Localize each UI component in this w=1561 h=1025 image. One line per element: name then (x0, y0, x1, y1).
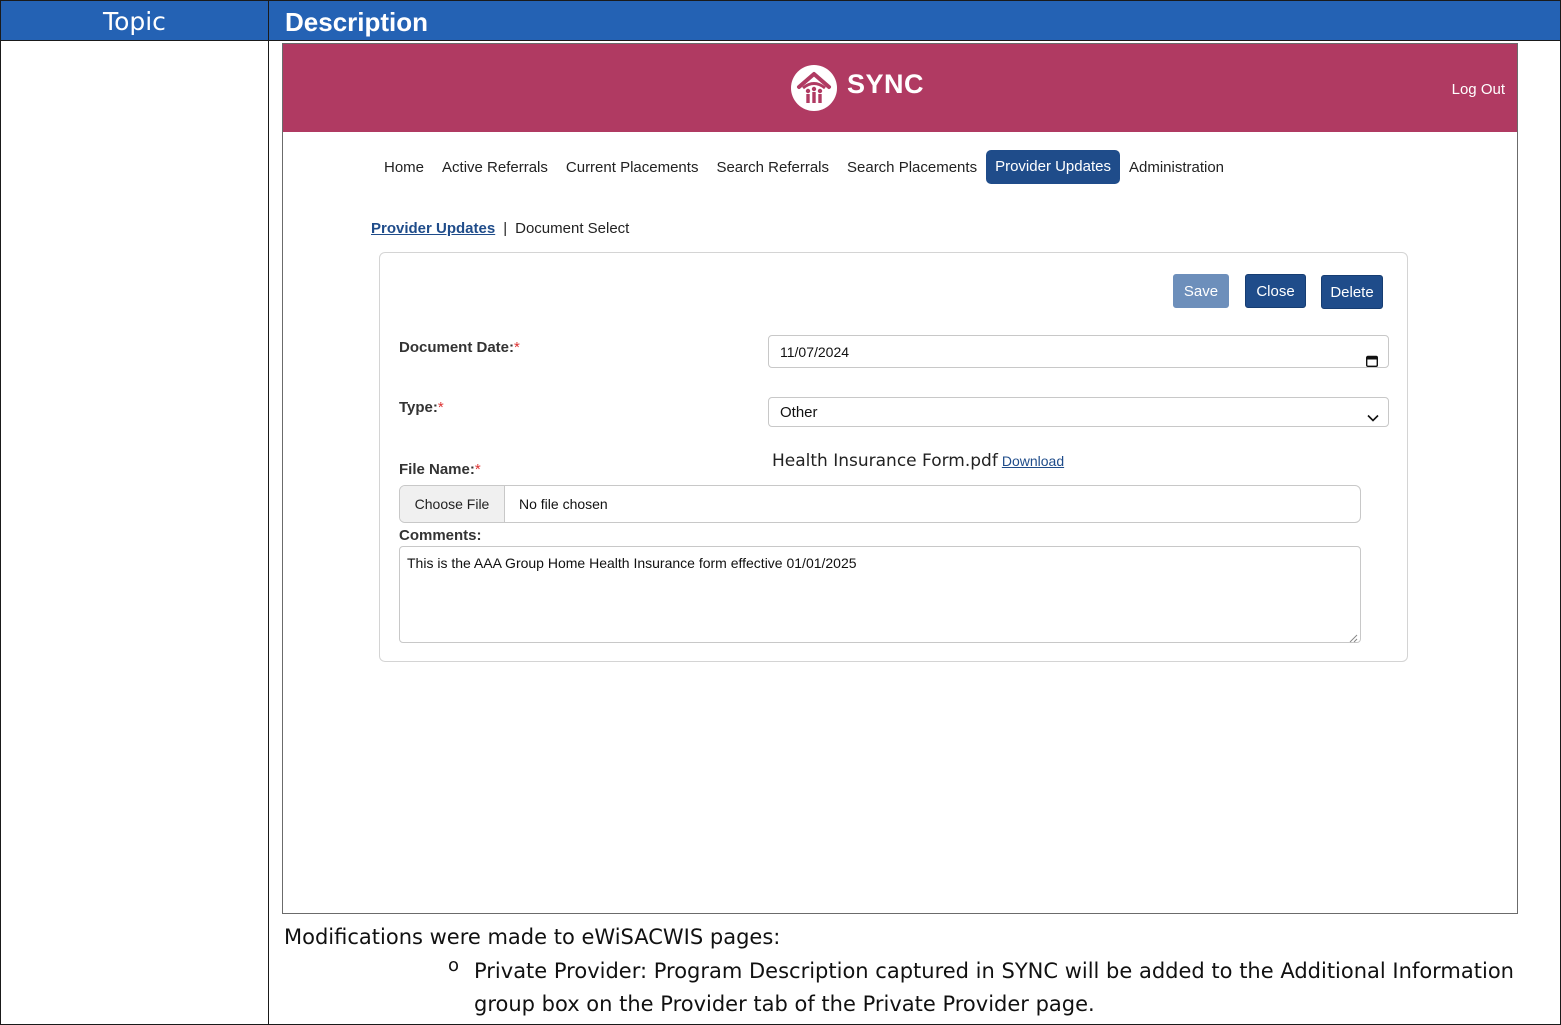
nav-item-current-placements[interactable]: Current Placements (557, 151, 708, 185)
topic-column-header: Topic (1, 1, 269, 40)
document-form-card: Save Close Delete Document Date:* 11/07/… (379, 252, 1408, 662)
resize-handle-icon[interactable] (1348, 630, 1358, 643)
download-link[interactable]: Download (1002, 453, 1064, 469)
required-marker: * (474, 461, 481, 478)
document-table-header: Topic Description (0, 0, 1561, 41)
current-file: Health Insurance Form.pdf Download (772, 451, 1064, 471)
breadcrumb-separator: | (503, 220, 508, 237)
description-column-header: Description (285, 7, 429, 37)
calendar-icon[interactable] (1365, 346, 1379, 368)
sync-logo-icon (791, 65, 837, 111)
bullet-marker: o (448, 955, 460, 976)
nav-item-active-referrals[interactable]: Active Referrals (433, 151, 557, 185)
breadcrumb: Provider Updates | Document Select (371, 220, 629, 237)
document-date-input[interactable]: 11/07/2024 (768, 335, 1389, 368)
breadcrumb-current: Document Select (515, 220, 630, 237)
nav-item-administration[interactable]: Administration (1120, 151, 1233, 185)
comments-value: This is the AAA Group Home Health Insura… (407, 555, 857, 571)
brand-name: SYNC (847, 68, 925, 99)
chevron-down-icon (1366, 406, 1380, 422)
type-label: Type:* (399, 399, 444, 416)
sync-app-window: SYNC Log Out Home Active Referrals Curre… (282, 43, 1518, 914)
breadcrumb-link-provider-updates[interactable]: Provider Updates (371, 220, 495, 237)
nav-item-search-placements[interactable]: Search Placements (838, 151, 986, 185)
save-button[interactable]: Save (1173, 274, 1229, 308)
file-name-label: File Name:* (399, 461, 481, 478)
comments-label: Comments: (399, 527, 482, 544)
file-status-text: No file chosen (519, 496, 608, 512)
document-date-label: Document Date:* (399, 339, 520, 356)
modifications-intro: Modifications were made to eWiSACWIS pag… (284, 925, 781, 949)
required-marker: * (437, 399, 444, 416)
choose-file-button[interactable]: Choose File (400, 486, 505, 522)
type-select[interactable]: Other (768, 397, 1389, 427)
nav-item-search-referrals[interactable]: Search Referrals (707, 151, 838, 185)
nav-item-provider-updates[interactable]: Provider Updates (986, 150, 1120, 184)
required-marker: * (514, 339, 520, 356)
column-divider (268, 40, 269, 1024)
delete-button[interactable]: Delete (1321, 275, 1383, 309)
file-upload-input[interactable]: Choose File No file chosen (399, 485, 1361, 523)
logout-link[interactable]: Log Out (1452, 81, 1505, 98)
bullet-text: Private Provider: Program Description ca… (474, 959, 1514, 1016)
current-file-name: Health Insurance Form.pdf (772, 451, 998, 471)
comments-textarea[interactable]: This is the AAA Group Home Health Insura… (399, 546, 1361, 643)
app-header: SYNC Log Out (283, 44, 1517, 132)
main-nav: Home Active Referrals Current Placements… (375, 150, 1233, 185)
type-selected-value: Other (780, 404, 818, 421)
nav-item-home[interactable]: Home (375, 151, 433, 185)
document-date-value: 11/07/2024 (780, 344, 850, 360)
brand-logo[interactable]: SYNC (791, 65, 924, 111)
close-button[interactable]: Close (1245, 274, 1306, 308)
